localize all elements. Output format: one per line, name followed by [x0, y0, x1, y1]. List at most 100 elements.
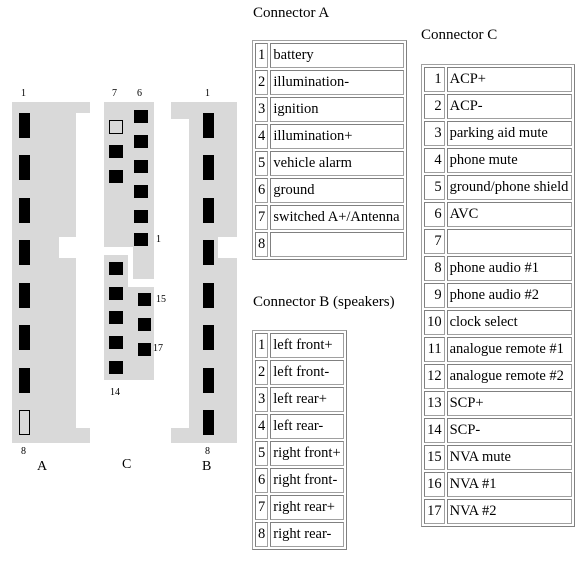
pin-number: 7 [424, 229, 445, 254]
pin-number: 4 [255, 414, 269, 439]
pin-number: 8 [424, 256, 445, 281]
pin-function: NVA #1 [446, 472, 572, 497]
pin-function: phone mute [446, 148, 572, 173]
connector-a-pin-label-top: 1 [21, 88, 26, 99]
connector-a-pin-3 [19, 198, 30, 223]
connector-c-pin-label-15: 15 [156, 294, 166, 305]
table-row: 1 ACP+ [424, 67, 572, 92]
pin-function: right front- [270, 468, 344, 493]
connector-c-pin-13 [109, 336, 123, 349]
pin-number: 5 [424, 175, 445, 200]
connector-b-pin-6 [203, 325, 214, 350]
pin-function: parking aid mute [446, 121, 572, 146]
pin-function: phone audio #2 [446, 283, 572, 308]
pin-number: 15 [424, 445, 445, 470]
connector-c-pin-4 [134, 160, 148, 173]
table-row: 10 clock select [424, 310, 572, 335]
connector-a-pin-label-bottom: 8 [21, 446, 26, 457]
pin-function: ground/phone shield [446, 175, 572, 200]
pin-number: 1 [255, 333, 269, 358]
table-row: 8 phone audio #1 [424, 256, 572, 281]
connector-c-pin-16 [138, 318, 151, 331]
table-row: 4 illumination+ [255, 124, 404, 149]
connector-b-label: B [202, 459, 212, 474]
connector-c-pin-5 [134, 135, 148, 148]
connector-a-pin-4 [19, 240, 30, 265]
table-row: 3 parking aid mute [424, 121, 572, 146]
pin-function: left rear- [270, 414, 344, 439]
table-row: 1 battery [255, 43, 404, 68]
table-row: 14 SCP- [424, 418, 572, 443]
pin-number: 17 [424, 499, 445, 524]
table-row: 13 SCP+ [424, 391, 572, 416]
pin-number: 4 [424, 148, 445, 173]
pin-number: 7 [255, 205, 269, 230]
connector-b-bottom-tab [171, 428, 189, 443]
connector-b-top-tab [171, 102, 189, 119]
pin-function: SCP- [446, 418, 572, 443]
connector-b-notch [218, 237, 237, 258]
table-row: 15 NVA mute [424, 445, 572, 470]
table-row: 1 left front+ [255, 333, 344, 358]
pin-number: 2 [255, 360, 269, 385]
connector-c-label: C [122, 457, 132, 472]
connector-c-pin-label-7: 7 [112, 88, 117, 99]
connector-c-pin-2 [134, 210, 148, 223]
pin-function: battery [270, 43, 404, 68]
connector-a-bottom-tab [76, 428, 90, 443]
connector-b-pin-4 [203, 240, 214, 265]
connector-b-pin-5 [203, 283, 214, 308]
table-row: 3 ignition [255, 97, 404, 122]
connector-c-pin-10 [109, 262, 123, 275]
pin-number: 3 [255, 97, 269, 122]
connector-a-notch [59, 237, 76, 258]
table-row: 2 ACP- [424, 94, 572, 119]
table-row: 8 right rear- [255, 522, 344, 547]
pin-number: 8 [255, 232, 269, 257]
pin-number: 10 [424, 310, 445, 335]
table-row: 6 ground [255, 178, 404, 203]
table-row: 16 NVA #1 [424, 472, 572, 497]
table-row: 6 right front- [255, 468, 344, 493]
connector-c-pin-14 [109, 361, 123, 374]
table-row: 3 left rear+ [255, 387, 344, 412]
table-row: 11 analogue remote #1 [424, 337, 572, 362]
connector-b-pin-3 [203, 198, 214, 223]
connector-b-pin-8 [203, 410, 214, 435]
table-row: 12 analogue remote #2 [424, 364, 572, 389]
table-row: 5 right front+ [255, 441, 344, 466]
connector-c-pin-label-1: 1 [156, 234, 161, 245]
pin-function: SCP+ [446, 391, 572, 416]
connector-a-pin-6 [19, 325, 30, 350]
connector-c-title: Connector C [421, 27, 498, 43]
connector-b-pin-label-bottom: 8 [205, 446, 210, 457]
pin-number: 6 [255, 178, 269, 203]
pin-number: 7 [255, 495, 269, 520]
connector-c-pin-7 [109, 120, 123, 134]
pin-number: 9 [424, 283, 445, 308]
pin-number: 6 [255, 468, 269, 493]
pin-function [270, 232, 404, 257]
connector-c-pin-label-17: 17 [153, 343, 163, 354]
connector-c-pin-1 [134, 233, 148, 246]
connector-c-pin-6 [134, 110, 148, 123]
table-row: 17 NVA #2 [424, 499, 572, 524]
pin-number: 11 [424, 337, 445, 362]
connector-b-title: Connector B (speakers) [253, 294, 395, 310]
pin-function: right rear+ [270, 495, 344, 520]
pin-function: ACP+ [446, 67, 572, 92]
pin-function: phone audio #1 [446, 256, 572, 281]
pin-number: 13 [424, 391, 445, 416]
pin-function: analogue remote #2 [446, 364, 572, 389]
pin-function [446, 229, 572, 254]
pin-number: 5 [255, 151, 269, 176]
pin-number: 4 [255, 124, 269, 149]
pin-function: NVA mute [446, 445, 572, 470]
table-row: 7 switched A+/Antenna [255, 205, 404, 230]
connector-a-title: Connector A [253, 5, 330, 21]
connector-a-label: A [37, 459, 48, 474]
pin-function: illumination+ [270, 124, 404, 149]
pin-function: analogue remote #1 [446, 337, 572, 362]
connector-a-pin-2 [19, 155, 30, 180]
pin-number: 12 [424, 364, 445, 389]
